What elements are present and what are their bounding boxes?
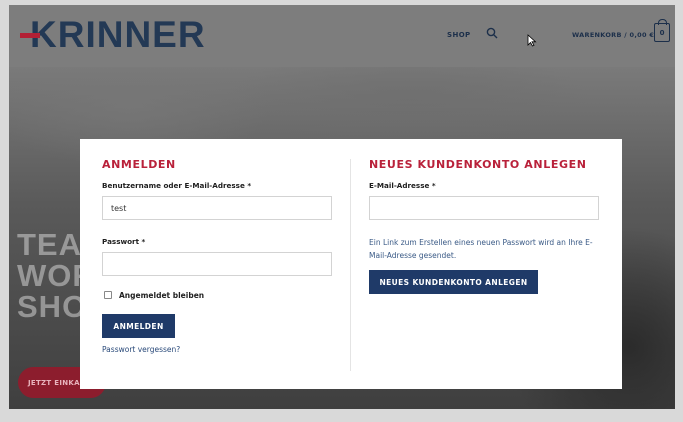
username-label: Benutzername oder E-Mail-Adresse *	[102, 181, 252, 190]
cart-count-icon[interactable]: 0	[654, 19, 670, 42]
account-modal: ANMELDEN Benutzername oder E-Mail-Adress…	[80, 139, 622, 389]
password-label: Passwort *	[102, 237, 146, 246]
site-header: KRINNER SHOP WARENKORB / 0,00 € 0	[9, 5, 675, 67]
password-input[interactable]	[102, 252, 332, 276]
register-info-text: Ein Link zum Erstellen eines neuen Passw…	[369, 238, 593, 260]
logo-text: KRINNER	[20, 14, 206, 55]
register-heading: NEUES KUNDENKONTO ANLEGEN	[369, 158, 587, 171]
remember-me-label[interactable]: Angemeldet bleiben	[119, 291, 204, 300]
register-button[interactable]: NEUES KUNDENKONTO ANLEGEN	[369, 270, 538, 294]
email-input[interactable]	[369, 196, 599, 220]
search-icon[interactable]	[486, 27, 498, 39]
column-divider	[350, 159, 351, 371]
username-input[interactable]	[102, 196, 332, 220]
cart-count: 0	[659, 28, 665, 37]
nav-cart-link[interactable]: WARENKORB / 0,00 €	[572, 31, 654, 39]
login-button[interactable]: ANMELDEN	[102, 314, 175, 338]
mouse-cursor-icon	[527, 34, 537, 47]
krinner-logo[interactable]: KRINNER	[20, 14, 206, 55]
email-label: E-Mail-Adresse *	[369, 181, 436, 190]
forgot-password-link[interactable]: Passwort vergessen?	[102, 345, 180, 354]
nav-shop-link[interactable]: SHOP	[447, 31, 471, 39]
login-heading: ANMELDEN	[102, 158, 176, 171]
remember-me-checkbox[interactable]	[104, 291, 112, 299]
